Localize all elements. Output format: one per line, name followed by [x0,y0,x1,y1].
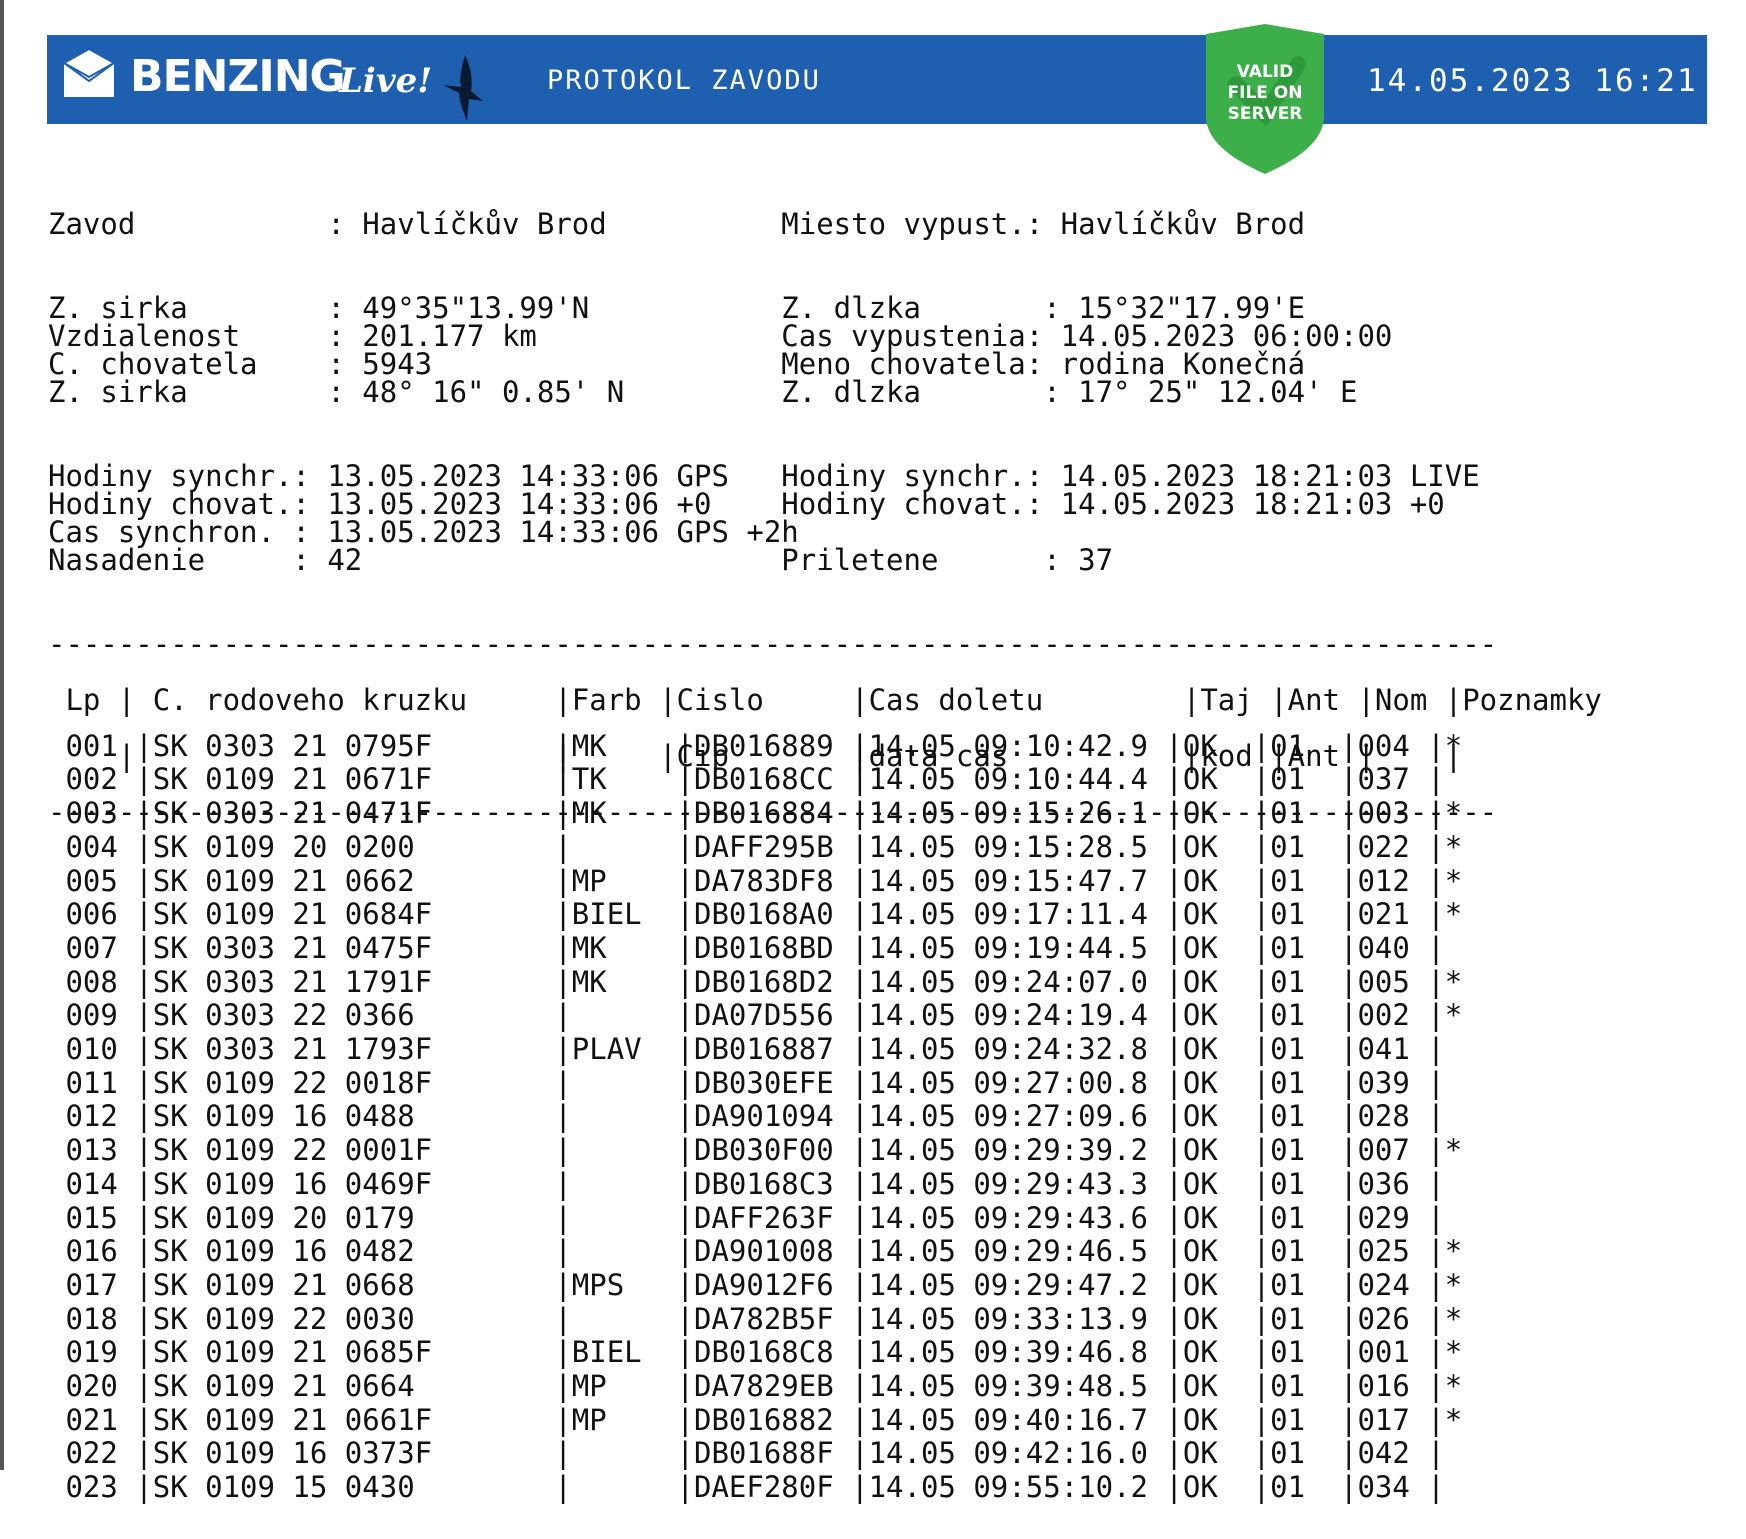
table-row: 019 |SK 0109 21 0685F |BIEL |DB0168C8 |1… [48,1335,1463,1370]
info-line [48,434,1708,462]
header-datetime: 14.05.2023 16:21 [1367,63,1698,99]
table-row: 012 |SK 0109 16 0488 | |DA901094 |14.05 … [48,1099,1445,1134]
info-line: Cas synchron. : 13.05.2023 14:33:06 GPS … [48,515,799,549]
table-separator: ----------------------------------------… [48,627,1498,661]
info-line [48,602,1708,630]
table-row: 004 |SK 0109 20 0200 | |DAFF295B |14.05 … [48,829,1463,864]
table-row: 006 |SK 0109 21 0684F |BIEL |DB0168A0 |1… [48,897,1463,932]
table-row: 008 |SK 0303 21 1791F |MK |DB0168D2 |14.… [48,964,1463,999]
bird-icon [443,55,483,121]
table-row: 010 |SK 0303 21 1793F |PLAV |DB016887 |1… [48,1032,1445,1067]
table-row: 020 |SK 0109 21 0664 |MP |DA7829EB |14.0… [48,1369,1463,1404]
table-row: 023 |SK 0109 15 0430 | |DAEF280F |14.05 … [48,1470,1445,1505]
table-row: 015 |SK 0109 20 0179 | |DAFF263F |14.05 … [48,1200,1445,1235]
info-line: Hodiny chovat.: 13.05.2023 14:33:06 +0 H… [48,487,1445,521]
table-row: 011 |SK 0109 22 0018F | |DB030EFE |14.05… [48,1065,1445,1100]
valid-badge-text: VALID FILE ON SERVER [1206,62,1324,125]
info-line [48,266,1708,294]
table-row: 013 |SK 0109 22 0001F | |DB030F00 |14.05… [48,1133,1463,1168]
info-line: Nasadenie : 42 Priletene : 37 [48,543,1114,577]
info-line [48,658,1708,686]
brand-live-suffix: Live! [339,61,433,101]
info-line: Z. sirka : 49°35"13.99'N Z. dlzka : 15°3… [48,291,1306,325]
envelope-logo-icon [62,49,116,97]
info-line: C. chovatela : 5943 Meno chovatela: rodi… [48,347,1306,381]
info-line: Vzdialenost : 201.177 km Cas vypustenia:… [48,319,1393,353]
info-line [48,406,1708,434]
table-row: 018 |SK 0109 22 0030 | |DA782B5F |14.05 … [48,1301,1463,1336]
table-row: 007 |SK 0303 21 0475F |MK |DB0168BD |14.… [48,930,1445,965]
badge-line-2: FILE ON [1227,83,1303,103]
table-row: 002 |SK 0109 21 0671F |TK |DB0168CC |14.… [48,762,1445,797]
table-row: 005 |SK 0109 21 0662 |MP |DA783DF8 |14.0… [48,863,1463,898]
page-title: PROTOKOL ZAVODU [547,65,821,96]
info-line: Z. sirka : 48° 16" 0.85' N Z. dlzka : 17… [48,375,1358,409]
info-line: Zavod : Havlíčkův Brod Miesto vypust.: H… [48,207,1306,241]
table-row: 009 |SK 0303 22 0366 | |DA07D556 |14.05 … [48,998,1463,1033]
info-line [48,238,1708,266]
table-row: 016 |SK 0109 16 0482 | |DA901008 |14.05 … [48,1234,1463,1269]
table-row: 017 |SK 0109 21 0668 |MPS |DA9012F6 |14.… [48,1267,1463,1302]
info-line [48,574,1708,602]
info-line: Hodiny synchr.: 13.05.2023 14:33:06 GPS … [48,459,1480,493]
badge-line-1: VALID [1236,62,1294,82]
table-row: 014 |SK 0109 16 0469F | |DB0168C3 |14.05… [48,1166,1445,1201]
badge-line-3: SERVER [1227,104,1303,124]
table-row: 003 |SK 0303 21 0471F |MK |DB016884 |14.… [48,796,1463,831]
table-row: 021 |SK 0109 21 0661F |MP |DB016882 |14.… [48,1402,1463,1437]
table-row: 022 |SK 0109 16 0373F | |DB01688F |14.05… [48,1436,1445,1471]
page-left-edge [0,0,4,1470]
results-table: 001 |SK 0303 21 0795F |MK |DB016889 |14.… [48,696,1708,1539]
table-row: 001 |SK 0303 21 0795F |MK |DB016889 |14.… [48,728,1463,763]
brand-name: BENZING [130,51,346,102]
header-banner: BENZING Live! PROTOKOL ZAVODU 14.05.2023… [47,35,1707,124]
